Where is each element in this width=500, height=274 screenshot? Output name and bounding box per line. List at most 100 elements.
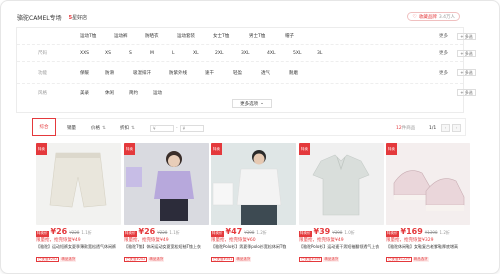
prev-page-button[interactable]: ‹: [441, 124, 450, 132]
quality-tag: 精品选货: [60, 257, 77, 262]
product-title[interactable]: 【骆驼Polo衫】运动速干男短袖翻领透气上衣: [299, 244, 384, 254]
filter-more-button[interactable]: 更多: [439, 33, 448, 39]
filter-option[interactable]: 休闲: [105, 90, 114, 96]
filter-option[interactable]: 4XL: [267, 51, 275, 56]
badge-text: 特卖: [126, 147, 133, 151]
range-dash: -: [176, 125, 178, 131]
polo-shirt-image: [299, 143, 384, 225]
favorite-label: 收藏品牌: [418, 14, 437, 20]
filter-multiselect-button[interactable]: + 多选: [457, 69, 476, 76]
product-image[interactable]: 特卖: [386, 143, 470, 225]
next-page-button[interactable]: ›: [452, 124, 461, 132]
filter-option[interactable]: 运动T恤: [80, 33, 96, 39]
product-image[interactable]: 特卖: [211, 143, 296, 225]
filter-option[interactable]: 男士T恤: [249, 33, 265, 39]
filter-option[interactable]: XXS: [80, 51, 89, 56]
product-title[interactable]: 【骆驼T恤】休闲运动女夏宽松短袖T恤上衣: [124, 244, 209, 254]
product-price: ¥26: [138, 227, 156, 236]
more-options-button[interactable]: 更多选项 ⌄: [232, 99, 272, 108]
brand-name[interactable]: 骆驼CAMEL专场: [17, 13, 62, 22]
filter-option[interactable]: 防滑: [105, 70, 114, 76]
original-price: ¥1398: [424, 230, 438, 235]
product-tags: 已优惠¥1229 精品选货: [386, 257, 429, 262]
filter-option[interactable]: L: [172, 51, 175, 56]
original-price: ¥398: [332, 230, 343, 235]
filter-option[interactable]: 运动裤: [114, 33, 128, 39]
polo-model-image: [211, 143, 296, 225]
sort-discount-label: 折扣: [120, 126, 129, 131]
product-image[interactable]: 特卖: [299, 143, 384, 225]
product-title[interactable]: 【骆驼Polo衫】男夏季polo衫宽松休闲T恤: [211, 244, 296, 254]
filter-option[interactable]: 运动套装: [177, 33, 195, 39]
price-tag: 特卖价: [386, 230, 399, 237]
sort-arrows-icon: ⇅: [131, 125, 135, 131]
filter-option[interactable]: 透气: [261, 70, 270, 76]
filter-option[interactable]: 保暖: [80, 70, 89, 76]
result-count: 12 件商品: [396, 119, 415, 137]
sort-arrows-icon: ⇅: [102, 125, 106, 131]
favorite-count: 3.4万人: [438, 14, 455, 20]
filter-multiselect-button[interactable]: + 多选: [457, 50, 476, 57]
filter-option[interactable]: 美录: [80, 90, 89, 96]
filter-multiselect-button[interactable]: + 多选: [457, 89, 476, 96]
price-tag: 特卖价: [124, 230, 137, 237]
product-card[interactable]: 特卖 特卖价 ¥47 ¥398 1.2折 限量抢，抢完恢复¥60 【骆驼Polo…: [211, 143, 296, 273]
product-price: ¥39: [313, 227, 331, 236]
filter-option[interactable]: 吸湿排汗: [133, 70, 151, 76]
filter-option[interactable]: 女士T恤: [213, 33, 229, 39]
filter-option[interactable]: 防晒衣: [145, 33, 159, 39]
product-price: ¥169: [400, 227, 423, 236]
product-badge: 特卖: [211, 143, 222, 155]
product-title[interactable]: 【骆驼休闲鞋】女鞋复古老爹鞋厚底增高: [386, 244, 470, 254]
discount-text: 1.1折: [81, 230, 92, 235]
product-image[interactable]: 特卖: [124, 143, 209, 225]
product-tags: 已优惠¥202 精品选货: [124, 257, 165, 262]
product-card[interactable]: 特卖 特卖价 ¥26 ¥228 1.1折 限量抢，抢完恢复¥49 【骆驼】运动短…: [36, 143, 121, 273]
sort-discount-tab[interactable]: 折扣 ⇅: [120, 119, 135, 137]
sort-default-tab[interactable]: 综合: [32, 118, 56, 136]
sort-price-tab[interactable]: 价格 ⇅: [91, 119, 106, 137]
quality-tag: 精品选货: [412, 257, 429, 262]
price-max-input[interactable]: ¥: [179, 124, 204, 132]
product-badge: 特卖: [386, 143, 397, 155]
filter-option[interactable]: 速干: [205, 70, 214, 76]
filter-option[interactable]: XS: [105, 51, 111, 56]
filter-option[interactable]: S: [129, 51, 132, 56]
chevron-down-icon: ⌄: [260, 101, 264, 106]
product-image[interactable]: 特卖: [36, 143, 121, 225]
filter-option[interactable]: 防紫外线: [169, 70, 187, 76]
brand-header: 骆驼CAMEL专场 5星好店 ♡ 收藏品牌 3.4万人: [17, 11, 487, 23]
filter-more-button[interactable]: 更多: [439, 70, 448, 76]
badge-text: 特卖: [388, 147, 395, 151]
badge-text: 特卖: [301, 147, 308, 151]
price-min-input[interactable]: ¥: [150, 124, 174, 132]
price-line: 特卖价 ¥26 ¥228 1.1折: [124, 227, 180, 237]
product-card[interactable]: 特卖 特卖价 ¥26 ¥228 1.1折 限量抢，抢完恢复¥49 【骆驼T恤】休…: [124, 143, 209, 273]
saved-tag: 已优惠¥1229: [386, 257, 412, 262]
filter-option[interactable]: 轻盈: [233, 70, 242, 76]
filter-option[interactable]: 帽子: [285, 33, 294, 39]
promo-text: 限量抢，抢完恢复¥49: [299, 238, 344, 243]
filter-option[interactable]: 5XL: [293, 51, 301, 56]
favorite-brand-button[interactable]: ♡ 收藏品牌 3.4万人: [407, 12, 460, 21]
result-count-suffix: 件商品: [401, 126, 416, 131]
filter-option[interactable]: 2XL: [215, 51, 223, 56]
product-card[interactable]: 特卖 特卖价 ¥169 ¥1398 1.2折 限量抢，抢完恢复¥329 【骆驼休…: [386, 143, 470, 273]
product-price: ¥47: [225, 227, 243, 236]
filter-option[interactable]: 耐磨: [289, 70, 298, 76]
sort-sales-tab[interactable]: 销量: [67, 119, 76, 137]
brand-rating: 5星好店: [69, 14, 88, 21]
filter-multiselect-button[interactable]: + 多选: [457, 33, 476, 40]
filter-option[interactable]: 简约: [129, 90, 138, 96]
product-tags: 已优惠¥359 精品选货: [299, 257, 340, 262]
filter-more-button[interactable]: 更多: [439, 50, 448, 56]
filter-option[interactable]: 3XL: [241, 51, 249, 56]
filter-option[interactable]: 运动: [153, 90, 162, 96]
filter-option[interactable]: XL: [193, 51, 199, 56]
rating-suffix: 星好店: [72, 14, 88, 21]
shorts-image: [49, 152, 107, 208]
filter-option[interactable]: 3L: [317, 51, 322, 56]
product-card[interactable]: 特卖 特卖价 ¥39 ¥398 1.0折 限量抢，抢完恢复¥49 【骆驼Polo…: [299, 143, 384, 273]
filter-option[interactable]: M: [150, 51, 154, 56]
product-title[interactable]: 【骆驼】运动短裤女夏季薄款宽松透气休闲裤: [36, 244, 121, 254]
